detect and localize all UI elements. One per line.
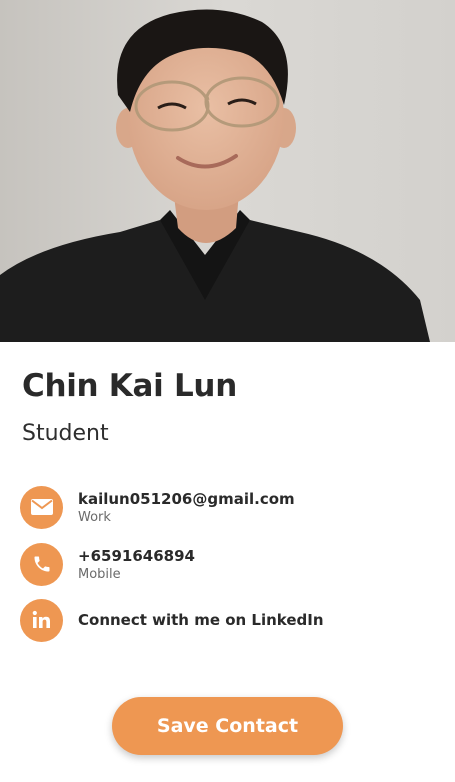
email-address[interactable]: kailun051206@gmail.com: [78, 489, 295, 509]
phone-contact-row[interactable]: +6591646894 Mobile: [20, 542, 440, 586]
contact-title: Student: [22, 421, 109, 446]
contact-card: Chin Kai Lun Student kailun051206@gmail.…: [0, 0, 455, 782]
profile-photo-image: [0, 0, 455, 342]
email-label: Work: [78, 509, 111, 525]
profile-photo: [0, 0, 455, 342]
phone-number[interactable]: +6591646894: [78, 546, 195, 566]
linkedin-icon: [20, 598, 63, 642]
save-contact-button[interactable]: Save Contact: [112, 697, 343, 755]
linkedin-contact-row[interactable]: Connect with me on LinkedIn: [20, 598, 440, 642]
phone-label: Mobile: [78, 566, 121, 582]
linkedin-link[interactable]: Connect with me on LinkedIn: [78, 610, 324, 630]
phone-icon: [20, 542, 63, 586]
email-contact-row[interactable]: kailun051206@gmail.com Work: [20, 485, 440, 529]
envelope-icon: [20, 485, 63, 529]
contact-name: Chin Kai Lun: [22, 368, 237, 404]
